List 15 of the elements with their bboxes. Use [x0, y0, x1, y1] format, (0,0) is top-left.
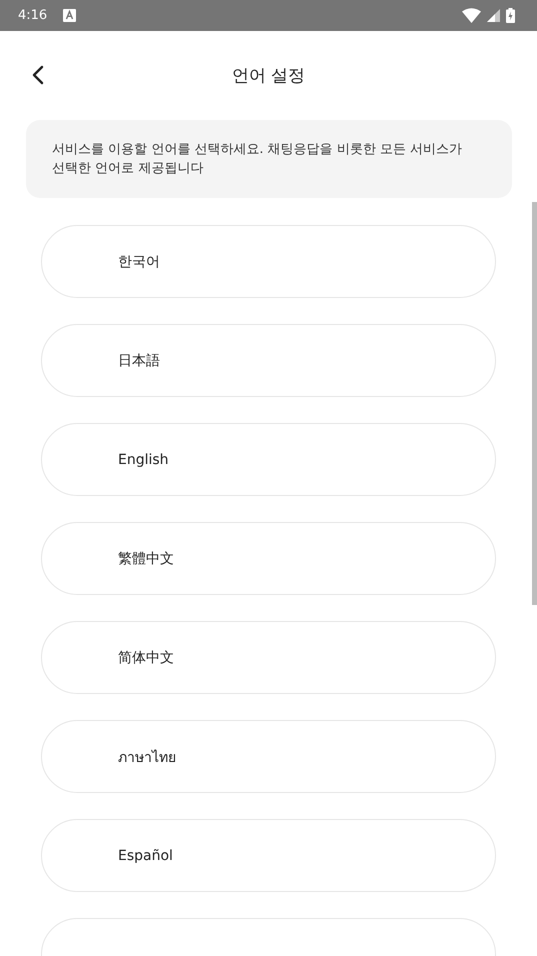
notice-text: 서비스를 이용할 언어를 선택하세요. 채팅응답을 비롯한 모든 서비스가 선택한 언어로 제공됩니다 — [52, 141, 464, 178]
notification-icon — [63, 9, 76, 22]
wifi-icon — [462, 8, 481, 23]
language-option[interactable]: ภาษาไทย — [41, 720, 496, 793]
language-option[interactable]: 简体中文 — [41, 621, 496, 694]
language-option[interactable]: 한국어 — [41, 225, 496, 298]
language-option[interactable]: English — [41, 423, 496, 496]
back-chevron-icon — [32, 65, 44, 85]
language-option[interactable]: 日本語 — [41, 324, 496, 397]
signal-icon — [487, 9, 500, 22]
battery-icon — [506, 8, 515, 23]
language-option[interactable]: 繁體中文 — [41, 522, 496, 595]
status-time: 4:16 — [18, 8, 48, 23]
page-title: 언어 설정 — [232, 65, 306, 87]
language-option[interactable]: Español — [41, 819, 496, 892]
